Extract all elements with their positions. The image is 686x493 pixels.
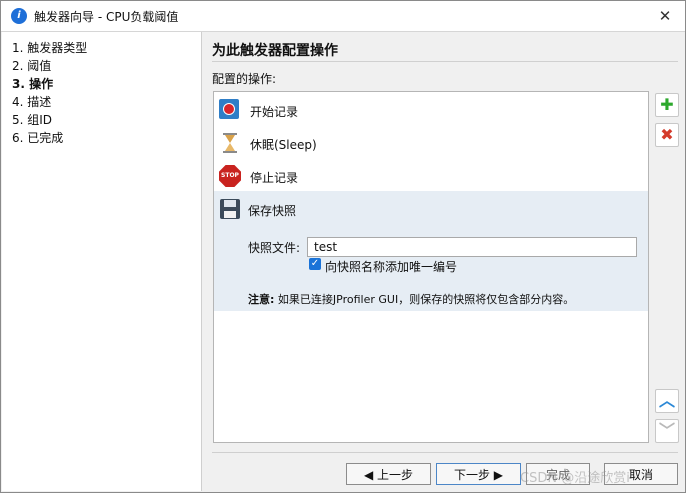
action-label: 停止记录 — [250, 171, 299, 185]
back-button[interactable]: ◀ 上一步 — [346, 463, 431, 485]
action-item-save-snapshot[interactable]: 保存快照 — [214, 193, 648, 223]
remove-action-button[interactable]: ✖ — [655, 123, 679, 147]
action-item-sleep[interactable]: 休眠(Sleep) — [214, 127, 648, 157]
snapshot-file-label: 快照文件: — [248, 241, 301, 255]
move-down-button[interactable]: ﹀ — [655, 419, 679, 443]
note-prefix: 注意: — [248, 293, 275, 306]
window-title: 触发器向导 - CPU负载阈值 — [34, 10, 179, 24]
unique-number-label[interactable]: 向快照名称添加唯一编号 — [325, 258, 457, 275]
close-button[interactable]: ✕ — [655, 6, 675, 26]
wizard-window: i 触发器向导 - CPU负载阈值 ✕ 1. 触发器类型 2. 阈值 3. 操作… — [0, 0, 686, 493]
actions-list[interactable]: 开始记录 休眠(Sleep) STOP 停止记录 保存快照 快照文件: test… — [213, 91, 649, 443]
add-action-button[interactable]: ✚ — [655, 93, 679, 117]
app-icon: i — [11, 8, 27, 24]
next-button[interactable]: 下一步 ▶ — [436, 463, 521, 485]
step-group-id[interactable]: 5. 组ID — [12, 111, 52, 128]
hourglass-icon — [219, 132, 241, 154]
record-icon — [219, 99, 241, 121]
action-label: 保存快照 — [248, 204, 297, 218]
heading-divider — [212, 61, 678, 62]
title-bar: i 触发器向导 - CPU负载阈值 ✕ — [1, 1, 685, 32]
snapshot-note: 注意: 如果已连接JProfiler GUI，则保存的快照将仅包含部分内容。 — [248, 291, 574, 307]
step-description[interactable]: 4. 描述 — [12, 93, 51, 110]
step-threshold[interactable]: 2. 阈值 — [12, 57, 51, 74]
action-label: 开始记录 — [250, 105, 299, 119]
actions-list-label: 配置的操作: — [212, 72, 277, 86]
step-trigger-type[interactable]: 1. 触发器类型 — [12, 39, 87, 56]
step-actions[interactable]: 3. 操作 — [12, 75, 53, 92]
watermark: CSDN @沿途欣赏i — [520, 471, 630, 486]
unique-number-checkbox[interactable]: ✓ — [309, 258, 321, 270]
step-finished[interactable]: 6. 已完成 — [12, 129, 63, 146]
move-up-button[interactable]: ︿ — [655, 389, 679, 413]
page-title: 为此触发器配置操作 — [212, 43, 338, 59]
action-item-start-recording[interactable]: 开始记录 — [214, 94, 648, 124]
floppy-disk-icon — [219, 198, 241, 220]
snapshot-file-input[interactable]: test — [307, 237, 637, 257]
stop-sign-icon: STOP — [219, 165, 241, 187]
action-item-stop-recording[interactable]: STOP 停止记录 — [214, 160, 648, 190]
note-text: 如果已连接JProfiler GUI，则保存的快照将仅包含部分内容。 — [277, 293, 575, 306]
action-label: 休眠(Sleep) — [250, 138, 317, 152]
footer-divider — [212, 452, 678, 453]
steps-sidebar: 1. 触发器类型 2. 阈值 3. 操作 4. 描述 5. 组ID 6. 已完成 — [2, 32, 202, 491]
